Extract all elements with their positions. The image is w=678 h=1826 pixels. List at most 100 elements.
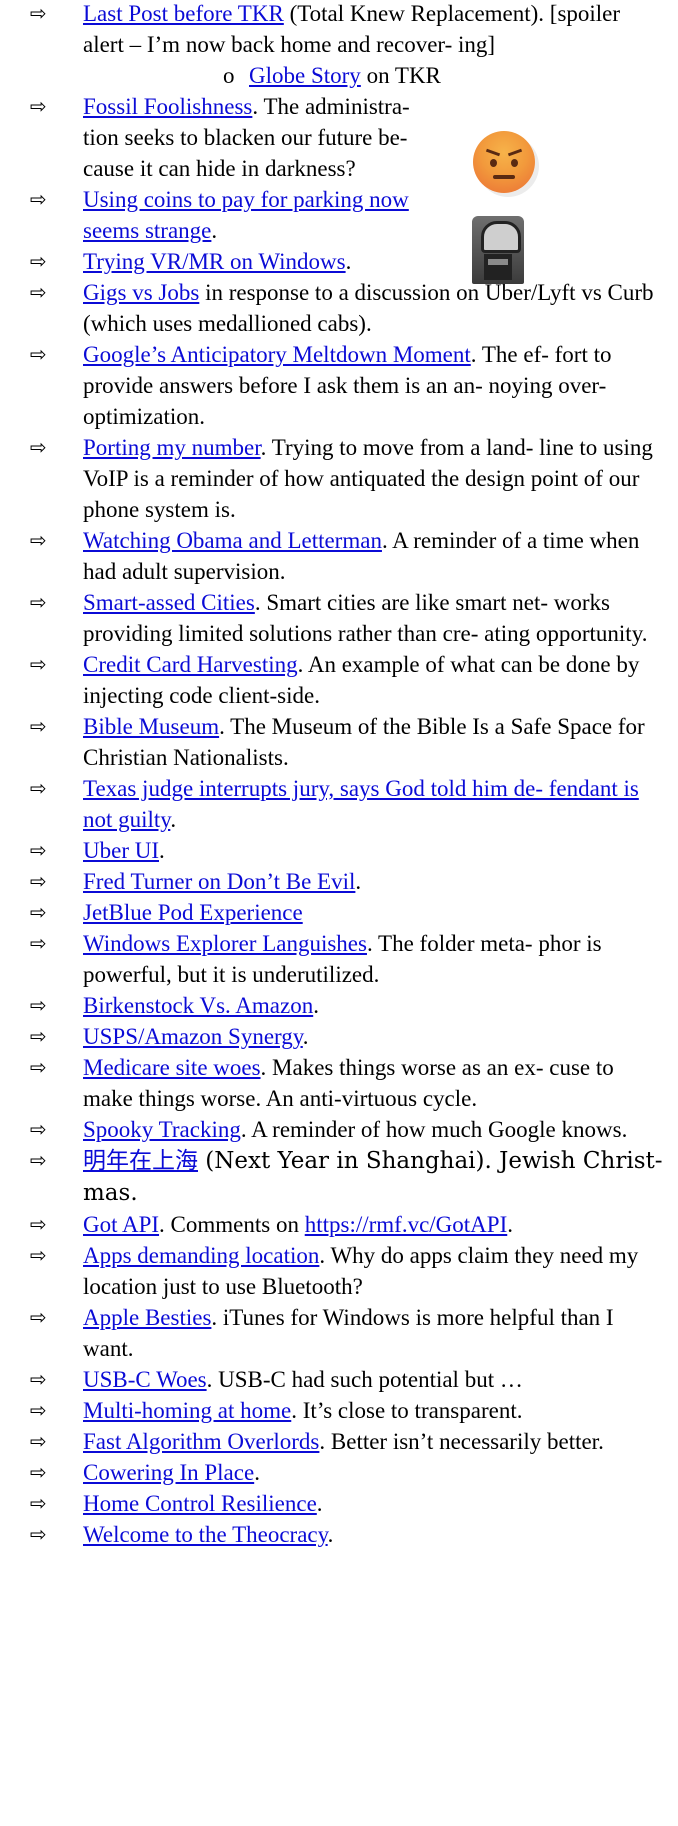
post-link[interactable]: Porting my number [83,435,261,460]
post-link[interactable]: JetBlue Pod Experience [83,900,303,925]
post-link[interactable]: Credit Card Harvesting [83,652,298,677]
sub-post-link[interactable]: Globe Story [249,63,361,88]
item-description: . [159,838,165,863]
item-description: . It’s close to transparent. [291,1398,523,1423]
circle-bullet-icon: o [223,63,235,88]
item-description: . [316,1491,323,1516]
item-description: . [313,993,319,1018]
item-description: . [170,807,177,832]
list-item: ⇨ Google’s Anticipatory Meltdown Moment.… [0,339,678,432]
post-list: ⇨ Last Post before TKR (Total Knew Repla… [0,0,678,1550]
item-description: . [345,249,352,274]
arrow-bullet-icon: ⇨ [30,1117,47,1141]
post-link[interactable]: Uber UI [83,838,159,863]
arrow-bullet-icon: ⇨ [30,1024,47,1048]
list-item: ⇨ Fossil Foolishness. The administra- ti… [0,91,678,184]
arrow-bullet-icon: ⇨ [30,869,47,893]
list-item: ⇨ Windows Explorer Languishes. The folde… [0,928,678,990]
post-link[interactable]: Using coins to pay for parking now seems… [83,187,409,243]
arrow-bullet-icon: ⇨ [30,1398,47,1422]
post-link[interactable]: Apps demanding location [83,1243,319,1268]
arrow-bullet-icon: ⇨ [30,528,47,552]
arrow-bullet-icon: ⇨ [30,1305,47,1329]
post-link[interactable]: Bible Museum [83,714,219,739]
post-link[interactable]: Texas judge interrupts jury, says God to… [83,776,639,832]
arrow-bullet-icon: ⇨ [30,1055,47,1079]
meter-dial [481,221,521,253]
eyebrow-left [485,148,501,157]
post-link[interactable]: Welcome to the Theocracy [83,1522,328,1547]
post-link[interactable]: Cowering In Place [83,1460,254,1485]
list-item: ⇨ Welcome to the Theocracy. [0,1519,678,1550]
list-item: ⇨ Bible Museum. The Museum of the Bible … [0,711,678,773]
list-item: ⇨ Spooky Tracking. A reminder of how muc… [0,1114,678,1145]
post-link[interactable]: Spooky Tracking [83,1117,241,1142]
list-item: ⇨ Apps demanding location. Why do apps c… [0,1240,678,1302]
post-link[interactable]: Smart-assed Cities [83,590,255,615]
arrow-bullet-icon: ⇨ [30,435,47,459]
post-link[interactable]: Fast Algorithm Overlords [83,1429,319,1454]
post-link[interactable]: Trying VR/MR on Windows [83,249,346,274]
list-item: ⇨ JetBlue Pod Experience [0,897,678,928]
post-link[interactable]: Fred Turner on Don’t Be Evil [83,869,355,894]
item-description: . A reminder of how much Google knows. [240,1117,628,1142]
post-link[interactable]: Medicare site woes [83,1055,261,1080]
arrow-bullet-icon: ⇨ [30,1491,47,1515]
post-link[interactable]: Google’s Anticipatory Meltdown Moment [83,342,471,367]
post-link[interactable]: USPS/Amazon Synergy [83,1024,303,1049]
arrow-bullet-icon: ⇨ [30,776,47,800]
post-link[interactable]: Windows Explorer Languishes [83,931,367,956]
item-description-end: . [507,1212,513,1237]
list-item: ⇨ Trying VR/MR on Windows. [0,246,678,277]
post-link[interactable]: Home Control Resilience [83,1491,317,1516]
post-link[interactable]: Gigs vs Jobs [83,280,199,305]
item-description: . [211,218,218,243]
list-item: ⇨ Apple Besties. iTunes for Windows is m… [0,1302,678,1364]
list-item: ⇨ USB-C Woes. USB-C had such potential b… [0,1364,678,1395]
eye-left [490,159,497,167]
list-item: ⇨ Using coins to pay for parking now see… [0,184,678,246]
list-item: ⇨ Credit Card Harvesting. An example of … [0,649,678,711]
meter-body [484,254,512,280]
post-link[interactable]: Fossil Foolishness [83,94,252,119]
document: ⇨ Last Post before TKR (Total Knew Repla… [0,0,678,1550]
item-description: . Comments on [159,1212,305,1237]
arrow-bullet-icon: ⇨ [30,94,47,118]
post-link[interactable]: Last Post before TKR [83,1,284,26]
list-item: ⇨ 明年在上海 (Next Year in Shanghai). Jewish … [0,1145,678,1209]
arrow-bullet-icon: ⇨ [30,1522,47,1546]
arrow-bullet-icon: ⇨ [30,590,47,614]
post-link[interactable]: USB-C Woes [83,1367,207,1392]
list-item: ⇨ Smart-assed Cities. Smart cities are l… [0,587,678,649]
post-link[interactable]: Multi-homing at home [83,1398,291,1423]
arrow-bullet-icon: ⇨ [30,931,47,955]
arrow-bullet-icon: ⇨ [30,342,47,366]
eye-right [511,159,518,167]
post-link[interactable]: Birkenstock Vs. Amazon [83,993,313,1018]
list-item: ⇨ Last Post before TKR (Total Knew Repla… [0,0,678,91]
item-description: . [302,1024,309,1049]
arrow-bullet-icon: ⇨ [30,714,47,738]
list-item: ⇨ USPS/Amazon Synergy. [0,1021,678,1052]
list-item: ⇨ Medicare site woes. Makes things worse… [0,1052,678,1114]
arrow-bullet-icon: ⇨ [30,249,47,273]
post-link[interactable]: Got API [83,1212,159,1237]
eyebrow-right [507,148,523,157]
arrow-bullet-icon: ⇨ [30,1243,47,1267]
post-link[interactable]: Apple Besties [83,1305,211,1330]
list-item: ⇨ Texas judge interrupts jury, says God … [0,773,678,835]
arrow-bullet-icon: ⇨ [30,652,47,676]
item-description: . Better isn’t necessarily better. [319,1429,604,1454]
mouth [493,175,515,179]
post-link[interactable]: Watching Obama and Letterman [83,528,382,553]
list-item: ⇨ Multi-homing at home. It’s close to tr… [0,1395,678,1426]
url-link[interactable]: https://rmf.vc/GotAPI [305,1212,508,1237]
arrow-bullet-icon: ⇨ [30,900,47,924]
arrow-bullet-icon: ⇨ [30,1429,47,1453]
arrow-bullet-icon: ⇨ [30,280,47,304]
arrow-bullet-icon: ⇨ [30,1148,47,1172]
list-item: ⇨ Got API. Comments on https://rmf.vc/Go… [0,1209,678,1240]
post-link[interactable]: 明年在上海 [83,1148,198,1173]
arrow-bullet-icon: ⇨ [30,1,47,25]
list-item: ⇨ Porting my number. Trying to move from… [0,432,678,525]
